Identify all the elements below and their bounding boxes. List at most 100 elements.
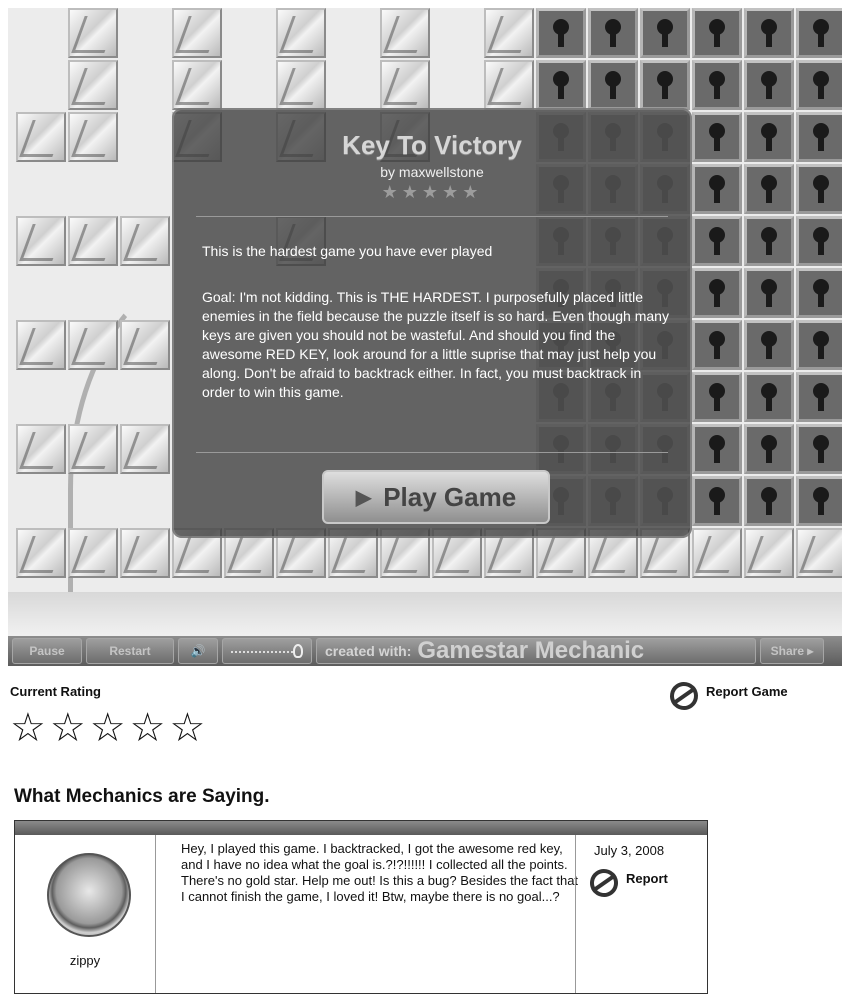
comments-list: zippy Hey, I played this game. I backtra… bbox=[14, 820, 708, 994]
lock-tile-icon bbox=[796, 8, 842, 58]
lock-tile-icon bbox=[744, 216, 794, 266]
lock-tile-icon bbox=[692, 476, 742, 526]
comment-item: zippy Hey, I played this game. I backtra… bbox=[15, 835, 707, 993]
sound-icon[interactable]: 🔊 bbox=[178, 638, 218, 664]
divider bbox=[196, 216, 668, 217]
credit-brand: Gamestar Mechanic bbox=[417, 637, 645, 664]
glass-block-tile bbox=[68, 528, 118, 578]
lock-tile-icon bbox=[796, 424, 842, 474]
lock-tile-icon bbox=[796, 268, 842, 318]
report-comment-label: Report bbox=[626, 871, 668, 886]
lock-tile-icon bbox=[692, 320, 742, 370]
rating-star-icon[interactable]: ☆ bbox=[169, 708, 205, 748]
lock-tile-icon bbox=[536, 60, 586, 110]
ban-icon bbox=[584, 863, 624, 903]
rating-star-icon[interactable]: ☆ bbox=[90, 708, 126, 748]
lock-tile-icon bbox=[796, 216, 842, 266]
glass-block-tile bbox=[16, 112, 66, 162]
glass-block-tile bbox=[120, 216, 170, 266]
glass-block-tile bbox=[68, 60, 118, 110]
lock-tile-icon bbox=[744, 112, 794, 162]
created-with-credit[interactable]: created with: Gamestar Mechanic bbox=[316, 637, 756, 664]
lock-tile-icon bbox=[692, 268, 742, 318]
play-icon: ▶ bbox=[355, 486, 372, 509]
volume-slider[interactable] bbox=[222, 638, 312, 664]
game-title: Key To Victory bbox=[342, 130, 522, 160]
restart-button[interactable]: Restart bbox=[86, 638, 174, 664]
rating-stars[interactable]: ☆ ☆ ☆ ☆ ☆ bbox=[10, 708, 205, 748]
game-star-rating: ★★★★★ bbox=[381, 182, 483, 202]
glass-block-tile bbox=[16, 528, 66, 578]
lock-tile-icon bbox=[692, 112, 742, 162]
game-canvas[interactable]: Key To Victory by maxwellstone ★★★★★ Thi… bbox=[8, 8, 842, 666]
avatar[interactable] bbox=[47, 853, 131, 937]
lock-tile-icon bbox=[692, 372, 742, 422]
lock-tile-icon bbox=[640, 8, 690, 58]
game-intro-dialog: Key To Victory by maxwellstone ★★★★★ Thi… bbox=[172, 108, 692, 538]
comment-meta-column: July 3, 2008 Report bbox=[575, 835, 708, 993]
commenter-name[interactable]: zippy bbox=[15, 953, 155, 968]
glass-block-tile bbox=[380, 60, 430, 110]
lock-tile-icon bbox=[744, 268, 794, 318]
glass-block-tile bbox=[68, 8, 118, 58]
lock-tile-icon bbox=[796, 476, 842, 526]
lock-tile-icon bbox=[744, 320, 794, 370]
glass-block-tile bbox=[16, 320, 66, 370]
glass-block-tile bbox=[120, 424, 170, 474]
play-game-button[interactable]: ▶ Play Game bbox=[322, 470, 550, 524]
glass-block-tile bbox=[68, 216, 118, 266]
game-tagline: This is the hardest game you have ever p… bbox=[202, 243, 493, 259]
lock-tile-icon bbox=[692, 164, 742, 214]
volume-knob[interactable] bbox=[293, 644, 303, 658]
game-goal-text: Goal: I'm not kidding. This is THE HARDE… bbox=[202, 289, 669, 400]
lock-tile-icon bbox=[796, 112, 842, 162]
glass-block-tile bbox=[68, 112, 118, 162]
current-rating-label: Current Rating bbox=[10, 684, 101, 699]
lock-tile-icon bbox=[744, 424, 794, 474]
glass-block-tile bbox=[172, 8, 222, 58]
lock-tile-icon bbox=[796, 164, 842, 214]
game-control-bar: Pause Restart 🔊 created with: Gamestar M… bbox=[8, 636, 842, 666]
volume-track bbox=[231, 651, 293, 655]
glass-block-tile bbox=[68, 424, 118, 474]
glass-block-tile bbox=[120, 528, 170, 578]
comments-heading: What Mechanics are Saying. bbox=[14, 786, 270, 807]
lock-tile-icon bbox=[744, 372, 794, 422]
glass-block-tile bbox=[276, 60, 326, 110]
lock-tile-icon bbox=[796, 60, 842, 110]
comments-header-bar bbox=[15, 821, 707, 835]
glass-block-tile bbox=[484, 8, 534, 58]
pause-button[interactable]: Pause bbox=[12, 638, 82, 664]
lock-tile-icon bbox=[744, 60, 794, 110]
lock-tile-icon bbox=[536, 8, 586, 58]
lock-tile-icon bbox=[692, 216, 742, 266]
glass-block-tile bbox=[68, 320, 118, 370]
glass-block-tile bbox=[796, 528, 842, 578]
glass-block-tile bbox=[120, 320, 170, 370]
lock-tile-icon bbox=[744, 8, 794, 58]
glass-block-tile bbox=[692, 528, 742, 578]
glass-block-tile bbox=[380, 8, 430, 58]
lock-tile-icon bbox=[796, 372, 842, 422]
glass-block-tile bbox=[172, 60, 222, 110]
rating-star-icon[interactable]: ☆ bbox=[130, 708, 166, 748]
game-floor bbox=[8, 592, 842, 642]
lock-tile-icon bbox=[588, 60, 638, 110]
rating-star-icon[interactable]: ☆ bbox=[50, 708, 86, 748]
lock-tile-icon bbox=[692, 8, 742, 58]
glass-block-tile bbox=[484, 60, 534, 110]
ban-icon bbox=[664, 676, 704, 716]
report-game-button[interactable]: Report Game bbox=[664, 676, 788, 716]
glass-block-tile bbox=[16, 216, 66, 266]
lock-tile-icon bbox=[744, 476, 794, 526]
divider bbox=[196, 452, 668, 453]
credit-prefix: created with: bbox=[325, 643, 412, 659]
lock-tile-icon bbox=[640, 60, 690, 110]
share-button[interactable]: Share ▸ bbox=[760, 638, 824, 664]
glass-block-tile bbox=[16, 424, 66, 474]
rating-star-icon[interactable]: ☆ bbox=[10, 708, 46, 748]
report-comment-button[interactable]: Report bbox=[584, 863, 668, 903]
comment-text: Hey, I played this game. I backtracked, … bbox=[181, 841, 579, 904]
report-game-label: Report Game bbox=[706, 684, 788, 699]
lock-tile-icon bbox=[692, 424, 742, 474]
